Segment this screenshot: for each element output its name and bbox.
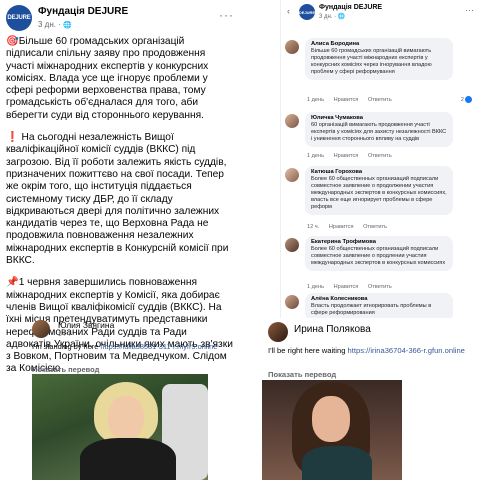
comment-bubble: Алиса Бородина Більше 60 громадських орг… <box>305 38 453 80</box>
reaction-count[interactable]: 2 <box>461 96 472 103</box>
post-paragraph: ❗ На сьогодні незалежність Вищої кваліфі… <box>6 132 234 267</box>
commenter-avatar[interactable] <box>285 238 299 252</box>
photo-body <box>80 438 176 480</box>
like-link[interactable]: Нравится <box>329 224 354 230</box>
paragraph-text: На сьогодні незалежність Вищої кваліфіка… <box>6 132 229 267</box>
post-time-text: 3 дн. · <box>38 20 64 29</box>
like-link[interactable]: Нравится <box>334 97 359 103</box>
back-arrow-icon[interactable]: ‹ <box>287 6 290 16</box>
comment-bubble: Катюша Горохова Более 60 общественных ор… <box>305 166 453 215</box>
page-avatar[interactable]: DEJURE <box>6 5 32 31</box>
comment-time: 1 день <box>307 284 325 290</box>
commenter-avatar[interactable] <box>285 114 299 128</box>
reply-link[interactable]: Ответить <box>368 284 392 290</box>
post-paragraph: 🎯Більше 60 громадських організацій підпи… <box>6 36 234 122</box>
commenter-name[interactable]: Катюша Горохова <box>311 169 447 175</box>
target-icon: 🎯 <box>6 36 19 47</box>
post-time: 3 дн. · 🌐 <box>319 14 346 20</box>
page-avatar[interactable]: DEJURE <box>299 4 315 20</box>
comment-meta: 1 день Нравится Ответить <box>307 97 400 103</box>
photo-face <box>108 396 144 440</box>
comment-photo[interactable] <box>262 380 402 480</box>
commenter-name[interactable]: Алёна Колесникова <box>311 296 447 302</box>
comment-link[interactable]: https://lulia38581-311-r.myfr5.online <box>100 342 217 351</box>
page-name[interactable]: Фундація DEJURE <box>319 4 382 11</box>
paragraph-text: Більше 60 громадських організацій підпис… <box>6 36 209 121</box>
reply-link[interactable]: Ответить <box>368 97 392 103</box>
photo-body <box>302 446 372 480</box>
comment-text: Более 60 общественных организаций подпис… <box>311 246 446 266</box>
comment-photo[interactable] <box>32 374 208 480</box>
show-translation-link[interactable]: Показать перевод <box>268 370 336 379</box>
commenter-name[interactable]: Юлия Звягина <box>58 320 114 330</box>
comment-link[interactable]: https://irina36704-366-r.gfun.online <box>348 346 465 355</box>
like-link[interactable]: Нравится <box>334 284 359 290</box>
like-link[interactable]: Нравится <box>334 153 359 159</box>
commenter-name[interactable]: Ирина Полякова <box>294 324 371 335</box>
post-header: DEJURE Фундація DEJURE 3 дн. · 🌐 ··· <box>6 4 236 32</box>
comment-meta: 12 ч. Нравится Ответить <box>307 224 395 230</box>
comment-text: Більше 60 громадських організацій вимага… <box>311 48 432 75</box>
comment-time: 12 ч. <box>307 224 320 230</box>
comment-meta: 1 день Нравится Ответить <box>307 153 400 159</box>
commenter-avatar[interactable] <box>285 168 299 182</box>
comments-view: ‹ DEJURE Фундація DEJURE 3 дн. · 🌐 ··· А… <box>280 0 480 321</box>
commenter-name[interactable]: Алиса Бородина <box>311 41 447 47</box>
post-time: 3 дн. · 🌐 <box>38 20 72 29</box>
comment-time: 1 день <box>307 97 325 103</box>
commenter-name[interactable]: Юличка Чумакова <box>311 115 447 121</box>
comment-text: I'm standing by here https://lulia38581-… <box>32 342 232 352</box>
comment-text: 60 організацій вимагають продовження уча… <box>311 122 447 142</box>
comment-prefix: I'll be right here waiting <box>268 346 348 355</box>
comment-text: Власть продолжает игнорировать проблемы … <box>311 303 432 316</box>
reaction-number: 2 <box>460 96 464 103</box>
more-options-icon[interactable]: ··· <box>219 8 234 22</box>
comment-bubble: Екатерина Трофимова Более 60 общественны… <box>305 236 453 271</box>
commenter-name[interactable]: Екатерина Трофимова <box>311 239 447 245</box>
commenter-avatar[interactable] <box>32 320 50 338</box>
comment-time: 14 ч · <box>58 331 75 338</box>
exclamation-icon: ❗ <box>6 132 19 144</box>
comment-text: Более 60 общественных организаций подпис… <box>311 176 447 210</box>
reply-link[interactable]: Ответить <box>363 224 387 230</box>
commenter-avatar[interactable] <box>285 40 299 54</box>
commenter-avatar[interactable] <box>285 295 299 309</box>
reply-link[interactable]: Ответить <box>368 153 392 159</box>
pushpin-icon: 📌 <box>6 277 19 289</box>
comment-bubble: Алёна Колесникова Власть продолжает игно… <box>305 293 453 321</box>
comment-bubble: Юличка Чумакова 60 організацій вимагають… <box>305 112 453 147</box>
comment-time: 1 день <box>307 153 325 159</box>
commenter-avatar[interactable] <box>268 322 288 342</box>
show-translation-link[interactable]: Показать перевод <box>32 365 99 374</box>
globe-icon: 🌐 <box>63 22 72 29</box>
more-options-icon[interactable]: ··· <box>465 5 474 15</box>
left-post-panel: DEJURE Фундація DEJURE 3 дн. · 🌐 ··· 🎯Бі… <box>0 0 240 480</box>
photo-face <box>312 396 350 442</box>
page-name[interactable]: Фундація DEJURE <box>38 6 128 17</box>
comment-text: I'll be right here waiting https://irina… <box>268 346 474 356</box>
comment-prefix: I'm standing by here <box>32 342 101 351</box>
like-icon <box>465 96 472 103</box>
comment-meta: 1 день Нравится Ответить <box>307 284 400 290</box>
